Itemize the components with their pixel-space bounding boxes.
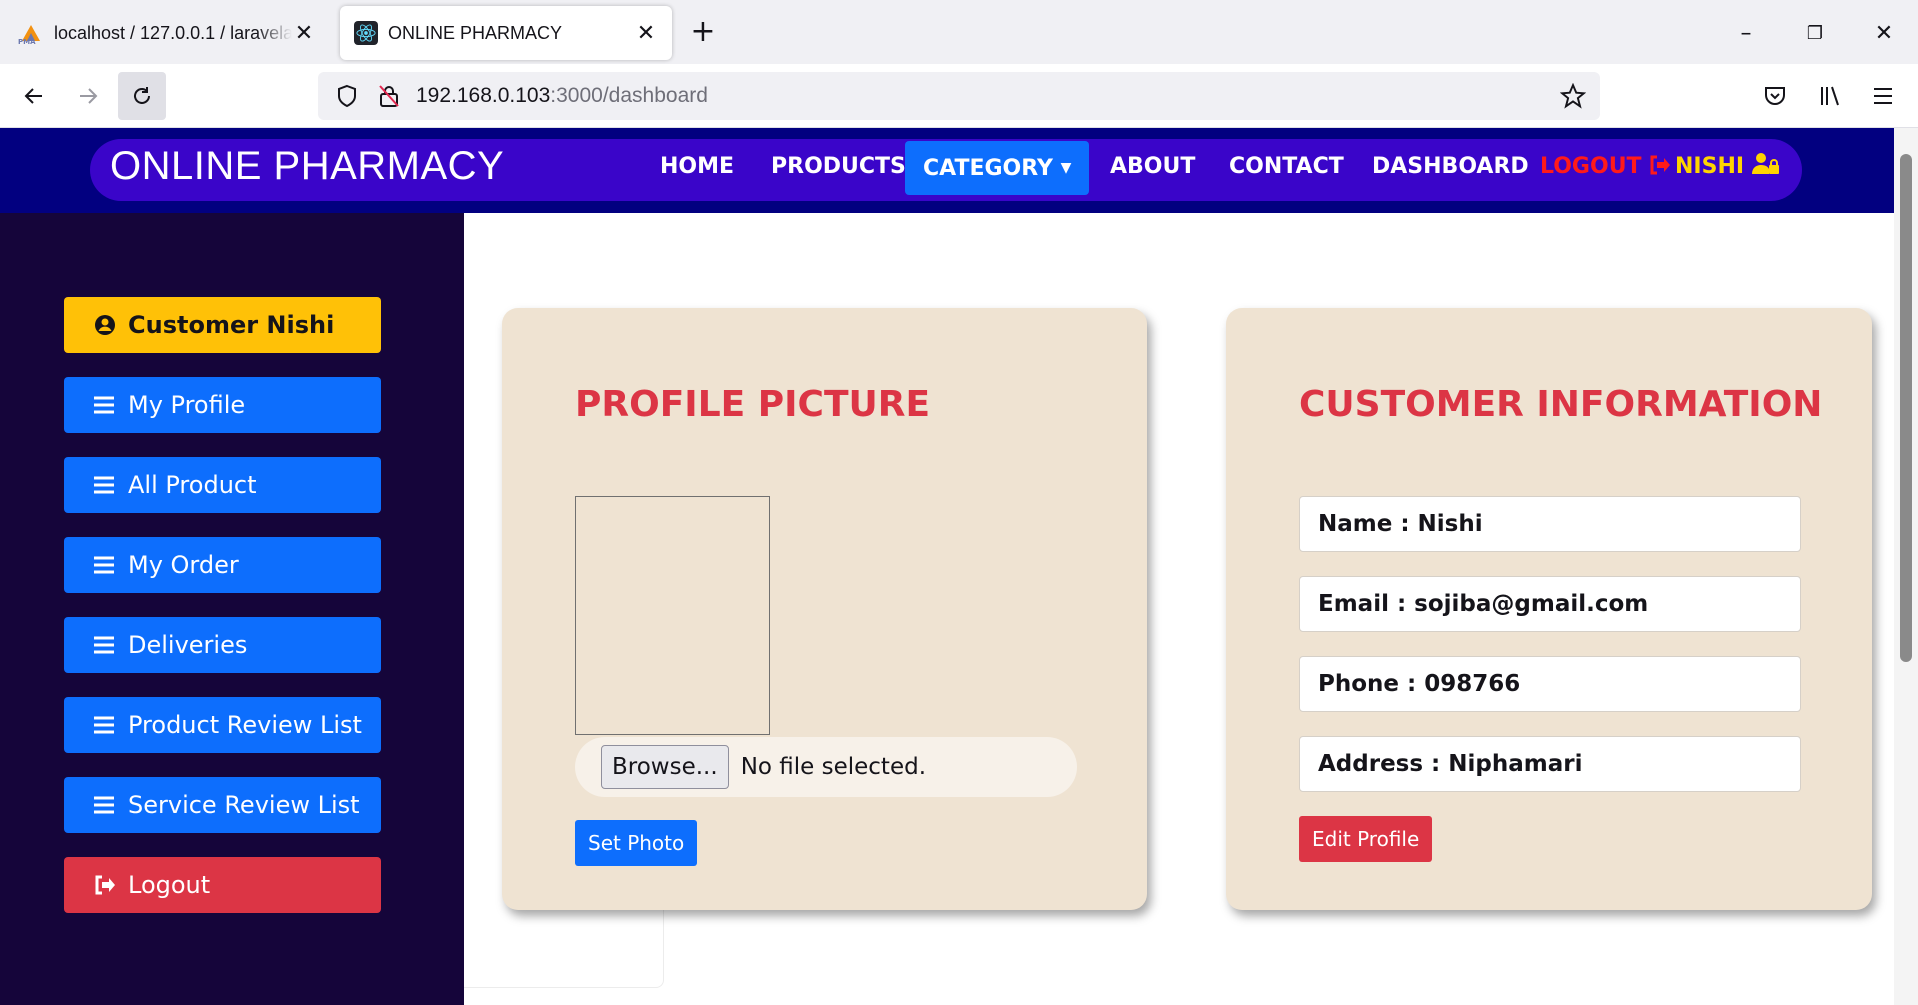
sidebar-item-deliveries[interactable]: Deliveries [64, 617, 381, 673]
set-photo-button[interactable]: Set Photo [575, 820, 698, 866]
nav-user[interactable]: NISHI [1675, 139, 1780, 195]
bookmark-star-icon[interactable] [1560, 83, 1586, 109]
sidebar-item-all-product[interactable]: All Product [64, 457, 381, 513]
nav-products[interactable]: PRODUCTS [771, 139, 906, 195]
phpmyadmin-icon: PMA [18, 23, 44, 46]
nav-user-label: NISHI [1675, 154, 1745, 179]
user-lock-icon [1751, 142, 1780, 198]
nav-dashboard[interactable]: DASHBOARD [1372, 139, 1529, 195]
browser-toolbar: 192.168.0.103:3000/dashboard [0, 64, 1918, 128]
nav-category-dropdown[interactable]: CATEGORY ▼ [905, 141, 1090, 195]
insecure-lock-icon[interactable] [378, 84, 400, 108]
url-host: 192.168.0.103 [416, 84, 551, 107]
pocket-icon[interactable] [1751, 72, 1799, 120]
site-header: ONLINE PHARMACY HOME PRODUCTS CATEGORY ▼… [0, 128, 1894, 213]
nav-home[interactable]: HOME [660, 139, 734, 195]
customer-phone-field: Phone : 098766 [1299, 656, 1801, 712]
scrollbar-thumb[interactable] [1900, 154, 1912, 662]
sign-out-icon [94, 875, 116, 895]
close-tab-icon[interactable]: ✕ [634, 20, 658, 46]
brand-logo[interactable]: ONLINE PHARMACY [110, 144, 504, 189]
browser-tab-bar: PMA localhost / 127.0.0.1 / laravelapi ✕… [0, 0, 1918, 64]
sidebar-item-label: My Profile [128, 391, 246, 419]
bars-icon [94, 556, 116, 574]
library-icon[interactable] [1806, 72, 1854, 120]
forward-icon[interactable] [64, 72, 112, 120]
bars-icon [94, 476, 116, 494]
browse-button[interactable]: Browse... [601, 745, 729, 789]
close-tab-icon[interactable]: ✕ [292, 20, 316, 46]
caret-down-icon: ▼ [1060, 160, 1072, 176]
nav-about[interactable]: ABOUT [1110, 139, 1195, 195]
customer-name-button[interactable]: Customer Nishi [64, 297, 381, 353]
edit-profile-button[interactable]: Edit Profile [1299, 816, 1433, 862]
dashboard-sidebar: Customer Nishi My Profile All Product My… [0, 213, 464, 1005]
svg-text:PMA: PMA [18, 38, 36, 45]
bars-icon [94, 796, 116, 814]
bars-icon [94, 716, 116, 734]
restore-icon[interactable]: ❐ [1795, 14, 1835, 54]
browser-tab-phpmyadmin[interactable]: PMA localhost / 127.0.0.1 / laravelapi ✕ [4, 6, 330, 60]
shield-icon[interactable] [336, 84, 358, 108]
customer-information-card: CUSTOMER INFORMATION Name : Nishi Email … [1226, 308, 1872, 910]
sidebar-item-product-review-list[interactable]: Product Review List [64, 697, 381, 753]
nav-logout[interactable]: LOGOUT [1540, 139, 1671, 195]
photo-file-input[interactable]: Browse... No file selected. [575, 737, 1077, 797]
sidebar-logout-label: Logout [128, 871, 211, 899]
url-path: :3000/dashboard [550, 84, 708, 107]
bars-icon [94, 636, 116, 654]
sidebar-item-my-profile[interactable]: My Profile [64, 377, 381, 433]
nav-category-label: CATEGORY [923, 156, 1053, 181]
sidebar-item-label: All Product [128, 471, 257, 499]
react-icon [354, 21, 378, 45]
tab-title: localhost / 127.0.0.1 / laravelapi [54, 22, 292, 43]
window-close-icon[interactable]: ✕ [1864, 14, 1904, 54]
reload-icon[interactable] [118, 72, 166, 120]
sidebar-item-label: Service Review List [128, 791, 360, 819]
customer-email-field: Email : sojiba@gmail.com [1299, 576, 1801, 632]
sidebar-item-label: My Order [128, 551, 239, 579]
profile-picture-card: PROFILE PICTURE Browse... No file select… [502, 308, 1147, 910]
sign-out-icon [1649, 141, 1671, 197]
bars-icon [94, 396, 116, 414]
customer-information-title: CUSTOMER INFORMATION [1299, 384, 1823, 425]
sidebar-item-label: Product Review List [128, 711, 362, 739]
hamburger-menu-icon[interactable] [1859, 72, 1907, 120]
minimize-icon[interactable]: – [1726, 14, 1766, 54]
sidebar-logout-button[interactable]: Logout [64, 857, 381, 913]
browser-tab-online-pharmacy[interactable]: ONLINE PHARMACY ✕ [340, 6, 672, 60]
customer-name-label: Customer Nishi [128, 311, 335, 339]
profile-photo-preview [575, 496, 770, 735]
tab-title: ONLINE PHARMACY [388, 22, 563, 43]
nav-logout-label: LOGOUT [1540, 154, 1642, 179]
sidebar-item-label: Deliveries [128, 631, 248, 659]
user-circle-icon [94, 314, 116, 336]
file-status-text: No file selected. [740, 754, 927, 780]
nav-contact[interactable]: CONTACT [1229, 139, 1344, 195]
back-icon[interactable] [10, 72, 58, 120]
customer-name-field: Name : Nishi [1299, 496, 1801, 552]
new-tab-icon[interactable]: + [688, 14, 718, 50]
customer-address-field: Address : Niphamari [1299, 736, 1801, 792]
profile-picture-title: PROFILE PICTURE [575, 384, 931, 425]
sidebar-item-my-order[interactable]: My Order [64, 537, 381, 593]
sidebar-item-service-review-list[interactable]: Service Review List [64, 777, 381, 833]
url-bar[interactable]: 192.168.0.103:3000/dashboard [318, 72, 1600, 120]
main-navbar: ONLINE PHARMACY HOME PRODUCTS CATEGORY ▼… [90, 139, 1802, 201]
page-scrollbar[interactable] [1894, 128, 1918, 1005]
